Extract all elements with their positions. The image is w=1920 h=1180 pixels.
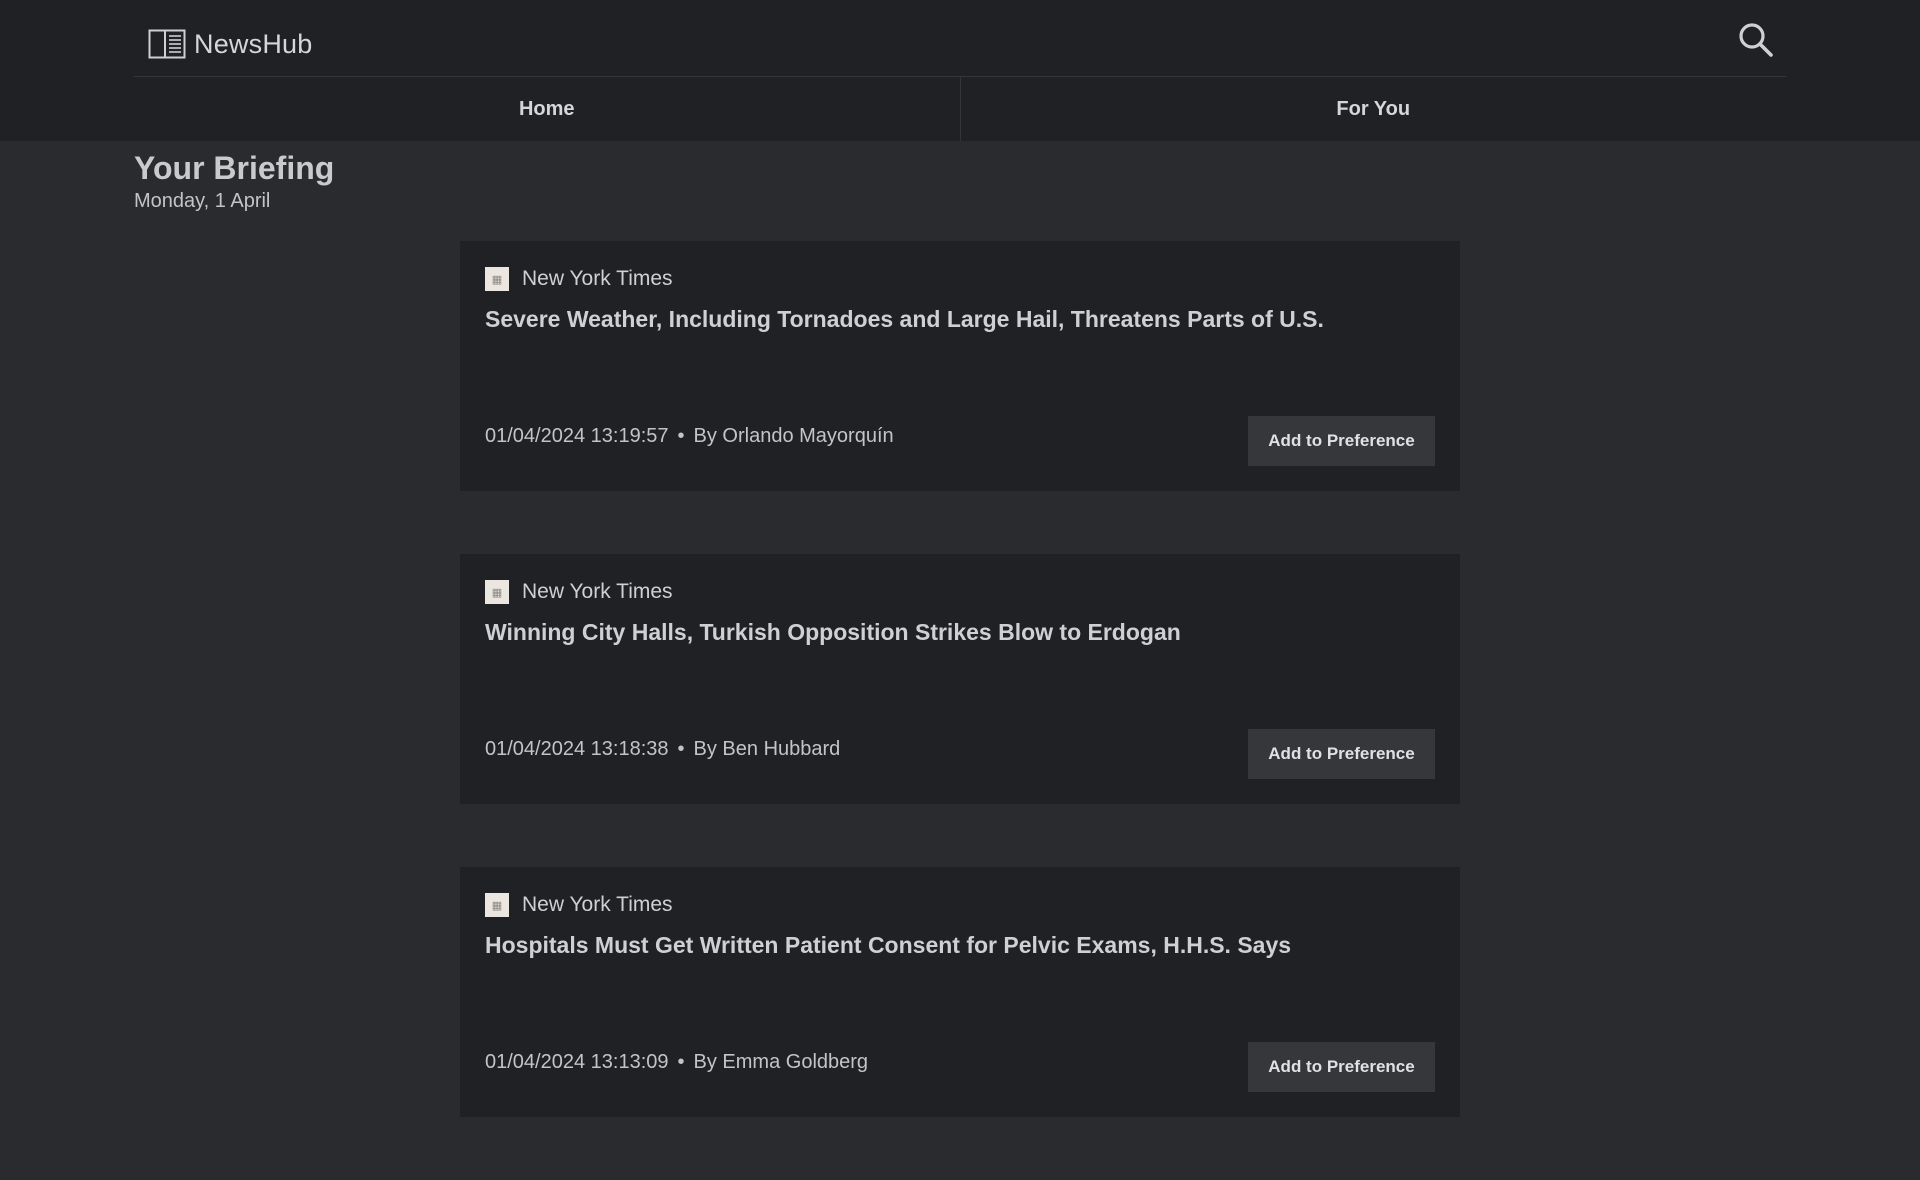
- top-bar: NewsHub Home For You: [0, 0, 1920, 141]
- article-headline[interactable]: Hospitals Must Get Written Patient Conse…: [485, 930, 1435, 960]
- article-source: ▦ New York Times: [485, 266, 673, 292]
- article-meta: 01/04/2024 13:18:38 • By Ben Hubbard: [485, 738, 840, 761]
- brand[interactable]: NewsHub: [148, 26, 312, 62]
- article-timestamp: 01/04/2024 13:19:57: [485, 425, 669, 447]
- article-source: ▦ New York Times: [485, 892, 673, 918]
- search-icon[interactable]: [1736, 20, 1776, 60]
- source-name: New York Times: [522, 267, 673, 290]
- article-byline: By Orlando Mayorquín: [693, 425, 894, 447]
- article-source: ▦ New York Times: [485, 579, 673, 605]
- article-headline[interactable]: Winning City Halls, Turkish Opposition S…: [485, 617, 1435, 647]
- article-timestamp: 01/04/2024 13:13:09: [485, 1051, 669, 1073]
- article-card[interactable]: ▦ New York Times Severe Weather, Includi…: [460, 241, 1460, 491]
- article-meta: 01/04/2024 13:13:09 • By Emma Goldberg: [485, 1051, 868, 1074]
- briefing-date: Monday, 1 April: [134, 190, 271, 212]
- main-nav: Home For You: [134, 76, 1786, 141]
- article-byline: By Emma Goldberg: [693, 1051, 869, 1073]
- article-card[interactable]: ▦ New York Times Winning City Halls, Tur…: [460, 554, 1460, 804]
- source-name: New York Times: [522, 893, 673, 916]
- meta-separator: •: [677, 738, 685, 760]
- article-meta: 01/04/2024 13:19:57 • By Orlando Mayorqu…: [485, 425, 894, 448]
- add-to-preference-button[interactable]: Add to Preference: [1248, 416, 1435, 466]
- tab-home[interactable]: Home: [134, 77, 960, 141]
- add-to-preference-button[interactable]: Add to Preference: [1248, 1042, 1435, 1092]
- article-headline[interactable]: Severe Weather, Including Tornadoes and …: [485, 304, 1435, 334]
- article-feed: ▦ New York Times Severe Weather, Includi…: [460, 241, 1460, 1180]
- article-byline: By Ben Hubbard: [693, 738, 841, 760]
- add-to-preference-button[interactable]: Add to Preference: [1248, 729, 1435, 779]
- tab-for-you[interactable]: For You: [959, 77, 1787, 141]
- source-name: New York Times: [522, 580, 673, 603]
- top-bar-inner: NewsHub Home For You: [134, 0, 1786, 141]
- newspaper-icon: [148, 29, 186, 59]
- app-name: NewsHub: [194, 28, 313, 59]
- briefing-header: Your Briefing Monday, 1 April: [134, 148, 334, 213]
- meta-separator: •: [677, 1051, 685, 1073]
- source-favicon-icon: ▦: [485, 580, 509, 604]
- source-favicon-icon: ▦: [485, 267, 509, 291]
- meta-separator: •: [677, 425, 685, 447]
- page-title: Your Briefing: [134, 150, 335, 186]
- article-timestamp: 01/04/2024 13:18:38: [485, 738, 669, 760]
- source-favicon-icon: ▦: [485, 893, 509, 917]
